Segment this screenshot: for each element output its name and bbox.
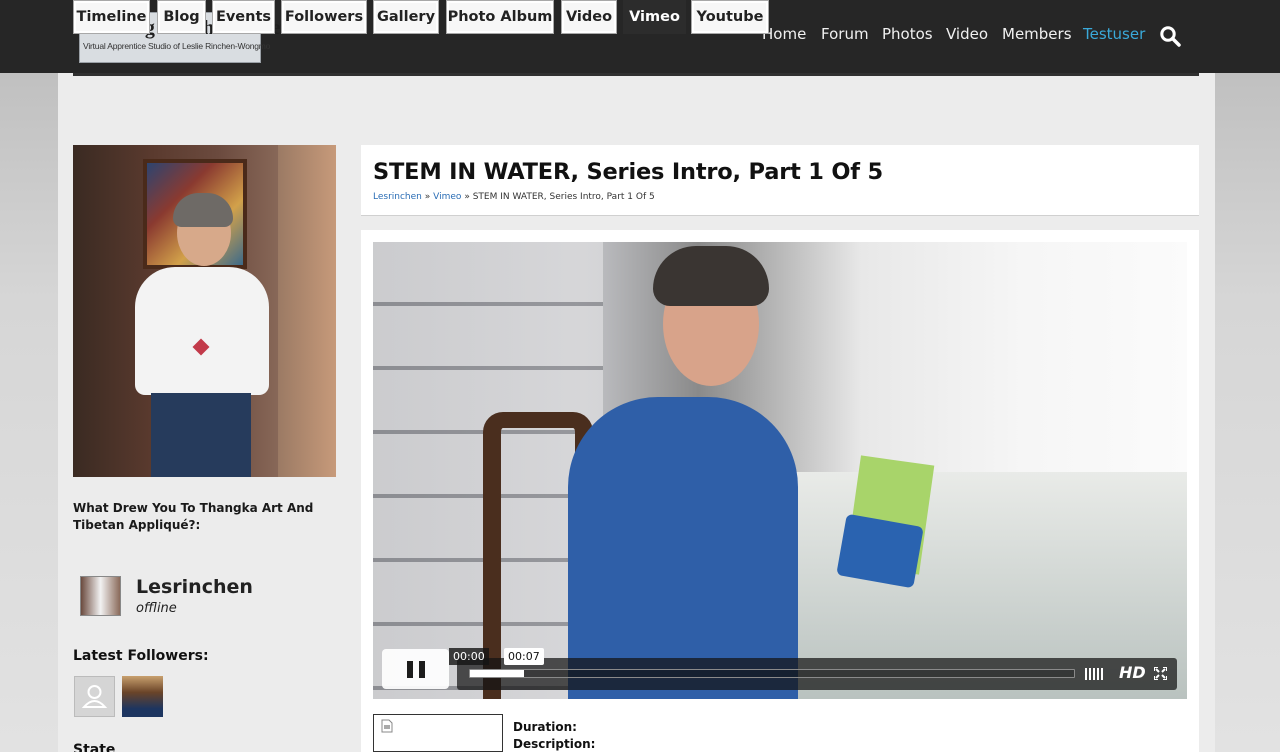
video-thumbnail[interactable] [373,714,503,752]
tab-gallery[interactable]: Gallery [373,0,439,34]
nav-testuser[interactable]: Testuser [1083,24,1145,44]
duration-label: Duration: [513,720,577,734]
nav-video[interactable]: Video [946,24,988,44]
nav-members[interactable]: Members [1002,24,1072,44]
tab-events[interactable]: Events [212,0,275,34]
breadcrumb-separator: » [424,192,431,202]
page-title: STEM IN WATER, Series Intro, Part 1 Of 5 [373,159,883,185]
video-progress-fill [470,670,525,677]
search-icon[interactable] [1159,25,1181,47]
state-heading: State [73,742,116,752]
avatar[interactable] [80,576,121,616]
video-progress-bar[interactable] [469,669,1075,678]
tab-blog[interactable]: Blog [157,0,206,34]
time-start: 00:00 [449,648,489,665]
title-card: STEM IN WATER, Series Intro, Part 1 Of 5… [361,145,1199,216]
tab-photo-album[interactable]: Photo Album [446,0,554,34]
latest-followers-heading: Latest Followers: [73,648,209,664]
profile-username[interactable]: Lesrinchen [136,576,253,598]
breadcrumb: Lesrinchen » Vimeo » STEM IN WATER, Seri… [373,192,655,202]
breadcrumb-vimeo-link[interactable]: Vimeo [433,192,461,202]
site-subtitle: Virtual Apprentice Studio of Leslie Rinc… [83,41,271,51]
tab-timeline[interactable]: Timeline [73,0,150,34]
tab-video[interactable]: Video [561,0,617,34]
fullscreen-icon[interactable] [1154,667,1167,680]
tab-followers[interactable]: Followers [281,0,367,34]
hd-button[interactable]: HD [1119,663,1146,682]
video-player[interactable] [373,242,1187,699]
tab-youtube[interactable]: Youtube [691,0,769,34]
user-status: offline [136,601,177,616]
description-label: Description: [513,737,596,751]
tab-vimeo[interactable]: Vimeo [623,0,686,34]
profile-photo[interactable] [73,145,336,477]
pause-button[interactable] [382,649,449,689]
user-placeholder-icon [81,685,108,708]
breadcrumb-separator: » [464,192,470,202]
follower-avatar-default[interactable] [74,676,115,717]
broken-image-icon [381,719,393,733]
breadcrumb-user-link[interactable]: Lesrinchen [373,192,422,202]
time-current: 00:07 [504,648,544,665]
nav-forum[interactable]: Forum [821,24,869,44]
follower-avatar[interactable] [122,676,163,717]
panel-divider [73,73,1199,76]
breadcrumb-current: STEM IN WATER, Series Intro, Part 1 Of 5 [472,192,655,202]
profile-question: What Drew You To Thangka Art And Tibetan… [73,501,314,532]
nav-photos[interactable]: Photos [882,24,933,44]
pause-icon [407,661,413,678]
